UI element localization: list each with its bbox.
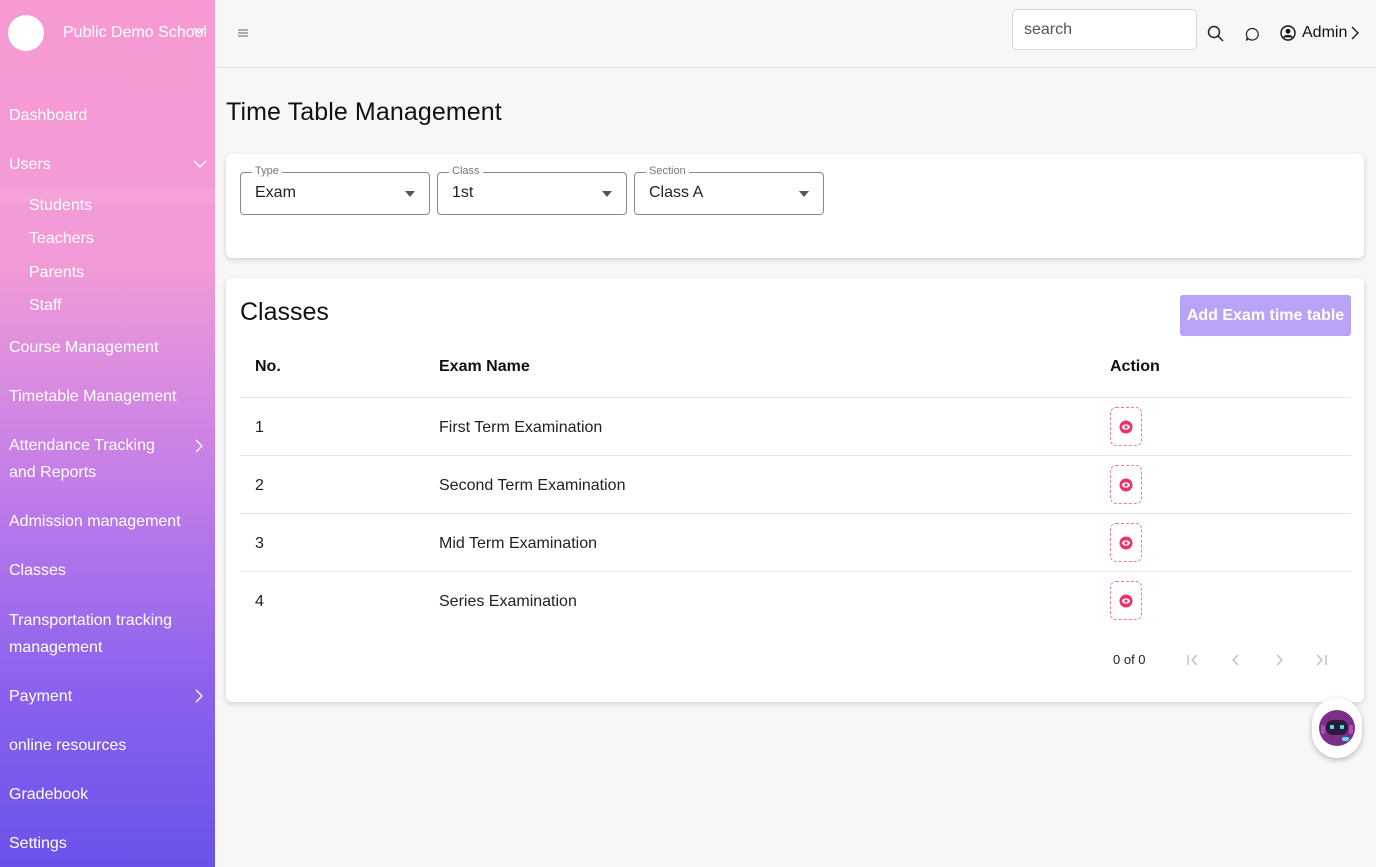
caret-down-icon (405, 191, 415, 197)
type-select[interactable]: Type Exam (240, 165, 430, 215)
class-select[interactable]: Class 1st (437, 165, 627, 215)
filter-card: Type Exam Class 1st Section Class A (226, 154, 1364, 258)
row-number: 3 (255, 535, 264, 552)
eye-icon (1119, 594, 1133, 607)
view-button[interactable] (1110, 465, 1142, 504)
user-circle-icon (1280, 25, 1296, 41)
table-row: 2 Second Term Examination (240, 456, 1351, 514)
classes-title: Classes (240, 298, 329, 326)
sidebar-item-course-management[interactable]: Course Management (9, 334, 158, 361)
sidebar-subitem-staff[interactable]: Staff (29, 297, 62, 315)
chatbot-button[interactable] (1312, 698, 1362, 758)
sidebar-item-gradebook[interactable]: Gradebook (9, 781, 88, 808)
sidebar-item-transportation[interactable]: Transportation tracking management (9, 607, 179, 661)
exam-name: First Term Examination (439, 419, 603, 436)
page-title: Time Table Management (226, 98, 502, 126)
pagination: 0 of 0 (240, 630, 1351, 670)
classes-card: Classes Add Exam time table No. Exam Nam… (226, 278, 1364, 702)
section-select[interactable]: Section Class A (634, 165, 824, 215)
table-row: 3 Mid Term Examination (240, 514, 1351, 572)
caret-down-icon (602, 191, 612, 197)
column-header-exam-name: Exam Name (439, 358, 530, 375)
sidebar-item-settings[interactable]: Settings (9, 830, 67, 857)
first-page-icon[interactable] (1186, 653, 1200, 667)
sidebar-item-dashboard[interactable]: Dashboard (9, 102, 87, 129)
view-button[interactable] (1110, 407, 1142, 446)
exam-name: Mid Term Examination (439, 535, 597, 552)
sidebar-item-online-resources[interactable]: online resources (9, 732, 126, 759)
add-exam-timetable-button[interactable]: Add Exam time table (1180, 295, 1351, 336)
sidebar-subitem-teachers[interactable]: Teachers (29, 230, 94, 248)
type-select-value: Exam (255, 184, 296, 201)
chat-icon[interactable] (1245, 27, 1260, 42)
view-button[interactable] (1110, 581, 1142, 620)
row-number: 2 (255, 477, 264, 494)
chevron-right-icon[interactable] (193, 689, 205, 703)
search-input[interactable] (1012, 9, 1197, 50)
previous-page-icon[interactable] (1229, 653, 1243, 667)
caret-down-icon (799, 191, 809, 197)
chevron-right-icon (1351, 26, 1360, 40)
sidebar-item-attendance[interactable]: Attendance Tracking and Reports (9, 432, 179, 486)
chevron-down-icon (193, 27, 205, 35)
table-row: 4 Series Examination (240, 572, 1351, 630)
section-select-label: Section (646, 165, 689, 177)
section-select-value: Class A (649, 184, 704, 201)
row-number: 1 (255, 419, 264, 436)
class-select-label: Class (449, 165, 483, 177)
eye-icon (1119, 420, 1133, 433)
next-page-icon[interactable] (1272, 653, 1286, 667)
sidebar-item-timetable-management[interactable]: Timetable Management (9, 383, 177, 410)
chevron-right-icon[interactable] (193, 439, 205, 453)
view-button[interactable] (1110, 523, 1142, 562)
pagination-count: 0 of 0 (1113, 652, 1146, 667)
school-switcher[interactable]: Public Demo School (0, 0, 215, 66)
exam-table: No. Exam Name Action 1 First Term Examin… (240, 336, 1351, 667)
sidebar: Public Demo School Dashboard Users Stude… (0, 0, 215, 867)
row-number: 4 (255, 593, 264, 610)
class-select-value: 1st (452, 184, 474, 201)
last-page-icon[interactable] (1314, 653, 1328, 667)
school-name: Public Demo School (63, 24, 208, 41)
column-header-action: Action (1110, 358, 1160, 375)
table-header: No. Exam Name Action (240, 336, 1351, 398)
search-icon[interactable] (1207, 25, 1224, 42)
table-row: 1 First Term Examination (240, 398, 1351, 456)
sidebar-subitem-parents[interactable]: Parents (29, 264, 84, 282)
exam-name: Series Examination (439, 593, 577, 610)
sidebar-item-payment[interactable]: Payment (9, 683, 72, 710)
user-name: Admin (1302, 24, 1348, 41)
sidebar-item-users[interactable]: Users (9, 151, 51, 178)
chevron-down-icon[interactable] (193, 157, 207, 171)
eye-icon (1119, 478, 1133, 491)
hamburger-icon[interactable] (237, 27, 249, 39)
type-select-label: Type (252, 165, 282, 177)
eye-icon (1119, 536, 1133, 549)
topbar: Admin (215, 0, 1376, 68)
sidebar-item-admission[interactable]: Admission management (9, 508, 181, 535)
sidebar-item-classes[interactable]: Classes (9, 557, 66, 584)
user-menu[interactable]: Admin (1280, 24, 1366, 42)
chatbot-avatar-icon (1319, 710, 1355, 746)
sidebar-subitem-students[interactable]: Students (29, 197, 92, 215)
school-logo (8, 15, 44, 51)
column-header-no: No. (255, 358, 281, 375)
exam-name: Second Term Examination (439, 477, 626, 494)
